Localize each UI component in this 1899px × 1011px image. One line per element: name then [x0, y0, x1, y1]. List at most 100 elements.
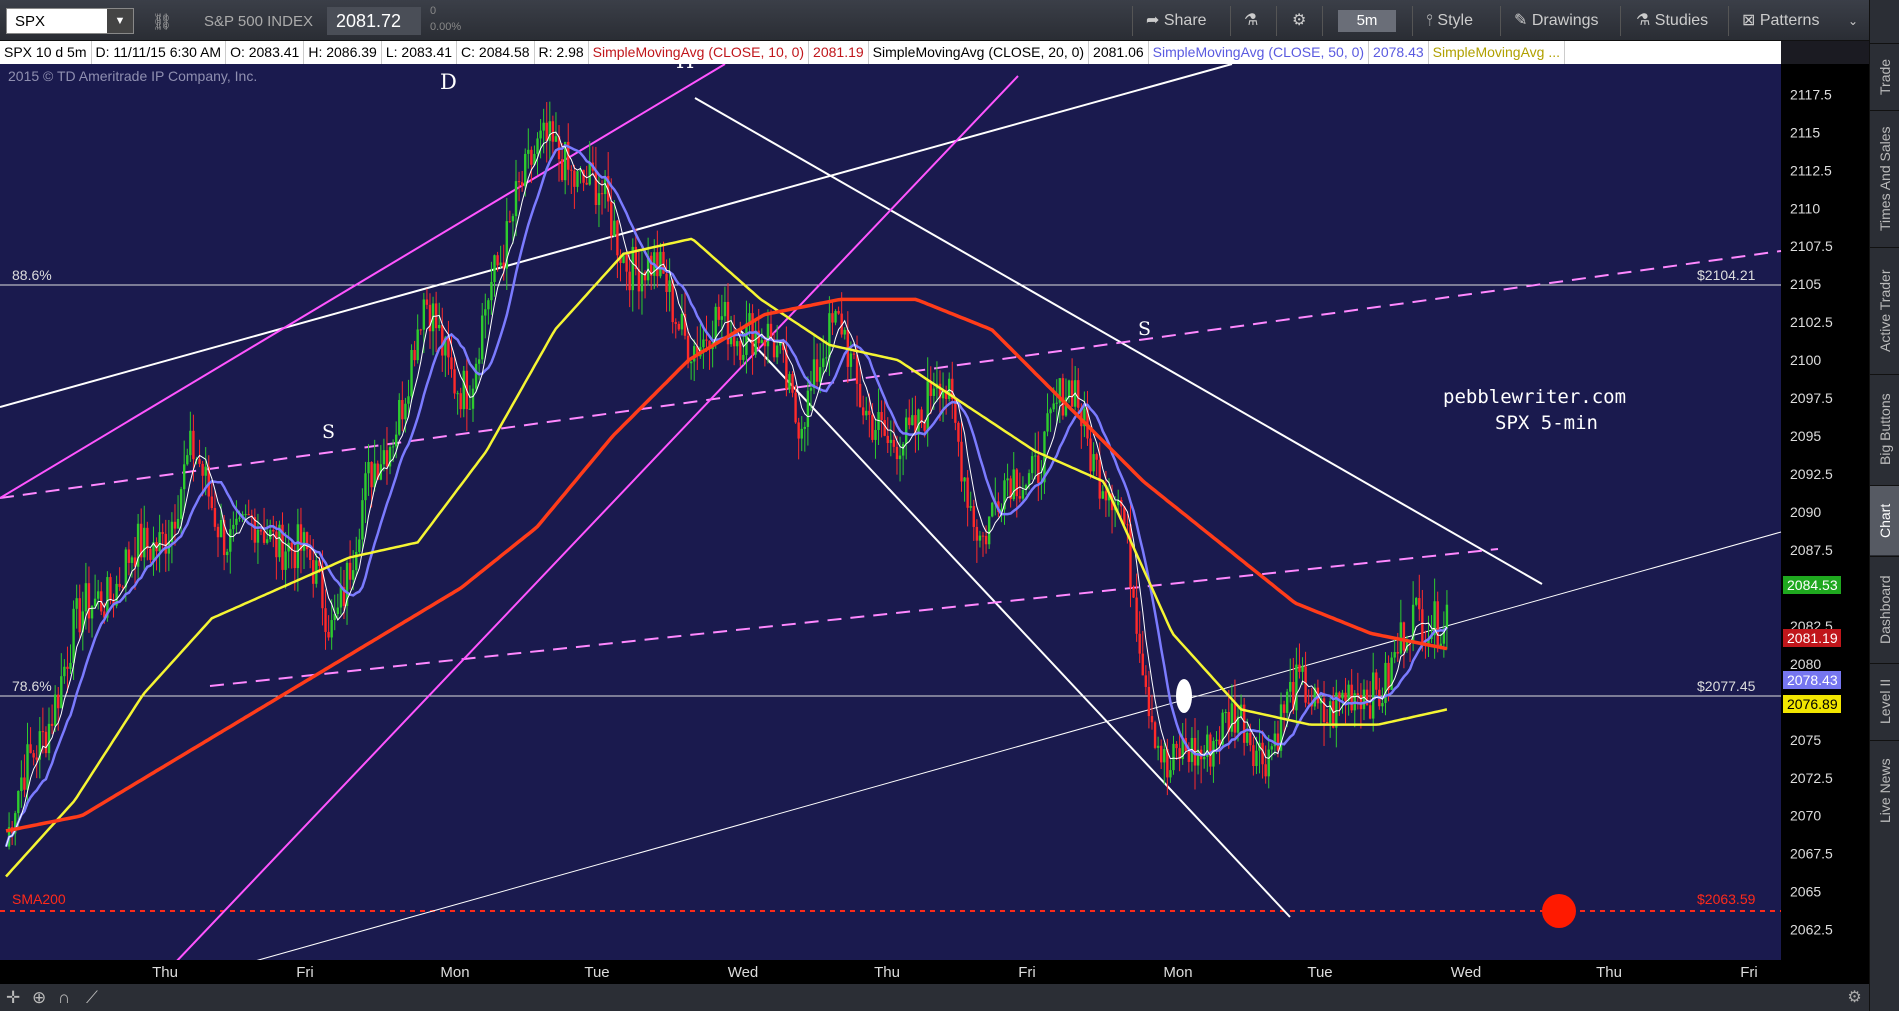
study-sma20-name[interactable]: SimpleMovingAvg (CLOSE, 20, 0) — [869, 41, 1090, 64]
candle-body — [1132, 587, 1135, 598]
candle-body — [594, 170, 598, 205]
price-tick-label: 2112.5 — [1790, 162, 1832, 178]
pattern-label-h: H — [676, 64, 694, 73]
candle-body — [419, 329, 422, 331]
candle-body — [1328, 701, 1332, 724]
candle-body — [717, 306, 720, 320]
candle-body — [573, 170, 576, 187]
copyright-label: 2015 © TD Ameritrade IP Company, Inc. — [8, 68, 257, 84]
candle-body — [462, 370, 465, 410]
bar-low: L: 2083.41 — [382, 41, 458, 64]
candle-body — [179, 489, 183, 519]
draw-line-icon[interactable]: ⟋ — [86, 988, 98, 1008]
studies-button[interactable]: ⚗ Studies — [1636, 10, 1708, 32]
price-tick-label: 2115 — [1790, 124, 1820, 140]
patterns-icon: ⊠ — [1742, 12, 1756, 29]
flask-icon[interactable]: ⚗ — [1244, 10, 1258, 32]
candle-body — [754, 330, 757, 355]
candle-body — [96, 591, 100, 599]
candle-body — [984, 535, 988, 545]
candle-body — [265, 539, 269, 543]
candle-body — [794, 392, 797, 423]
candle-body — [477, 359, 481, 364]
candle-body — [822, 358, 825, 368]
style-button[interactable]: ⫯ Style — [1426, 10, 1473, 32]
price-chart[interactable]: 2117.5 2115 2112.5 2110 2107.5 2105 2102.5 2100… — [0, 64, 1869, 984]
candle-body — [284, 551, 287, 570]
price-tick-label: 2062.5 — [1790, 922, 1833, 938]
candle-body — [1135, 597, 1138, 634]
tab-level-ii[interactable]: Level II — [1870, 663, 1899, 739]
candle-body — [1138, 633, 1141, 654]
candle-body — [659, 251, 662, 277]
chevron-down-icon[interactable]: ▼ — [107, 9, 133, 33]
study-sma10-name[interactable]: SimpleMovingAvg (CLOSE, 10, 0) — [589, 41, 810, 64]
candle-body — [1169, 770, 1172, 778]
candle-body — [404, 403, 407, 420]
study-more[interactable]: SimpleMovingAvg ... — [1429, 41, 1566, 64]
tab-big-buttons[interactable]: Big Buttons — [1870, 374, 1899, 484]
buy-marker[interactable] — [1176, 679, 1192, 713]
symbol-selector[interactable]: ▼ — [6, 8, 134, 34]
sma200-line[interactable] — [5, 297, 1448, 833]
candle-body — [742, 354, 745, 360]
candle-body — [471, 388, 475, 409]
candle-body — [1123, 506, 1126, 525]
tab-chart[interactable]: Chart — [1870, 485, 1899, 555]
tab-dashboard[interactable]: Dashboard — [1870, 556, 1899, 662]
magnet-icon[interactable]: ∩ — [58, 988, 70, 1008]
flask-icon: ⚗ — [1636, 12, 1651, 29]
candle-body — [548, 121, 552, 141]
trendline[interactable] — [0, 64, 1233, 408]
candle-body — [1209, 734, 1212, 767]
study-sma50-name[interactable]: SimpleMovingAvg (CLOSE, 50, 0) — [1149, 41, 1370, 64]
candle-body — [23, 777, 26, 790]
candle-body — [570, 169, 573, 171]
gear-icon[interactable]: ⚙ — [1840, 984, 1869, 1011]
candle-body — [361, 500, 364, 540]
dashed-channel-line[interactable] — [0, 250, 1782, 499]
price-tick-label: 2087.5 — [1790, 542, 1833, 558]
candle-body — [1402, 622, 1406, 651]
candle-body — [53, 694, 57, 726]
candle-body — [895, 446, 899, 460]
candle-body — [173, 521, 177, 529]
target-marker[interactable] — [1542, 894, 1576, 928]
candle-body — [1368, 705, 1372, 719]
candle-body — [456, 393, 459, 395]
magenta-trendline[interactable] — [154, 75, 1019, 984]
candle-body — [723, 301, 727, 317]
chevron-down-icon[interactable]: ⌄ — [1848, 10, 1858, 32]
tab-times-and-sales[interactable]: Times And Sales — [1870, 110, 1899, 246]
candle-body — [336, 607, 340, 615]
candle-body — [35, 757, 38, 760]
link-icon[interactable]: ⛓ — [152, 12, 172, 32]
candle-body — [923, 422, 926, 431]
trendline[interactable] — [739, 329, 1291, 918]
toolbar-divider — [1500, 6, 1501, 36]
yellow-sma-tag: 2076.89 — [1787, 696, 1838, 712]
candle-body — [625, 255, 628, 272]
candle-body — [539, 130, 542, 139]
toolbar-divider — [1276, 6, 1277, 36]
tab-active-trader[interactable]: Active Trader — [1870, 247, 1899, 373]
candle-body — [908, 417, 911, 426]
watermark-subtitle: SPX 5-min — [1495, 412, 1598, 434]
sma20-line[interactable] — [4, 143, 1448, 847]
sma50-line[interactable] — [5, 237, 1448, 878]
tab-live-news[interactable]: Live News — [1870, 740, 1899, 840]
tab-trade[interactable]: Trade — [1870, 43, 1899, 109]
level-label: $2077.45 — [1697, 678, 1756, 694]
candle-body — [585, 182, 588, 185]
timeframe-button[interactable]: 5m — [1338, 10, 1396, 32]
candle-body — [843, 329, 846, 335]
gear-icon[interactable]: ⚙ — [1292, 10, 1306, 32]
last-price: 2081.72 — [327, 7, 421, 35]
drawings-button[interactable]: ✎ Drawings — [1514, 10, 1599, 32]
share-button[interactable]: ➦ Share — [1146, 10, 1207, 32]
zoom-icon[interactable]: ⊕ — [32, 988, 46, 1008]
symbol-input[interactable] — [7, 9, 107, 33]
patterns-button[interactable]: ⊠ Patterns — [1742, 10, 1819, 32]
patterns-label: Patterns — [1759, 12, 1820, 29]
crosshair-icon[interactable]: ✛ — [6, 988, 20, 1008]
